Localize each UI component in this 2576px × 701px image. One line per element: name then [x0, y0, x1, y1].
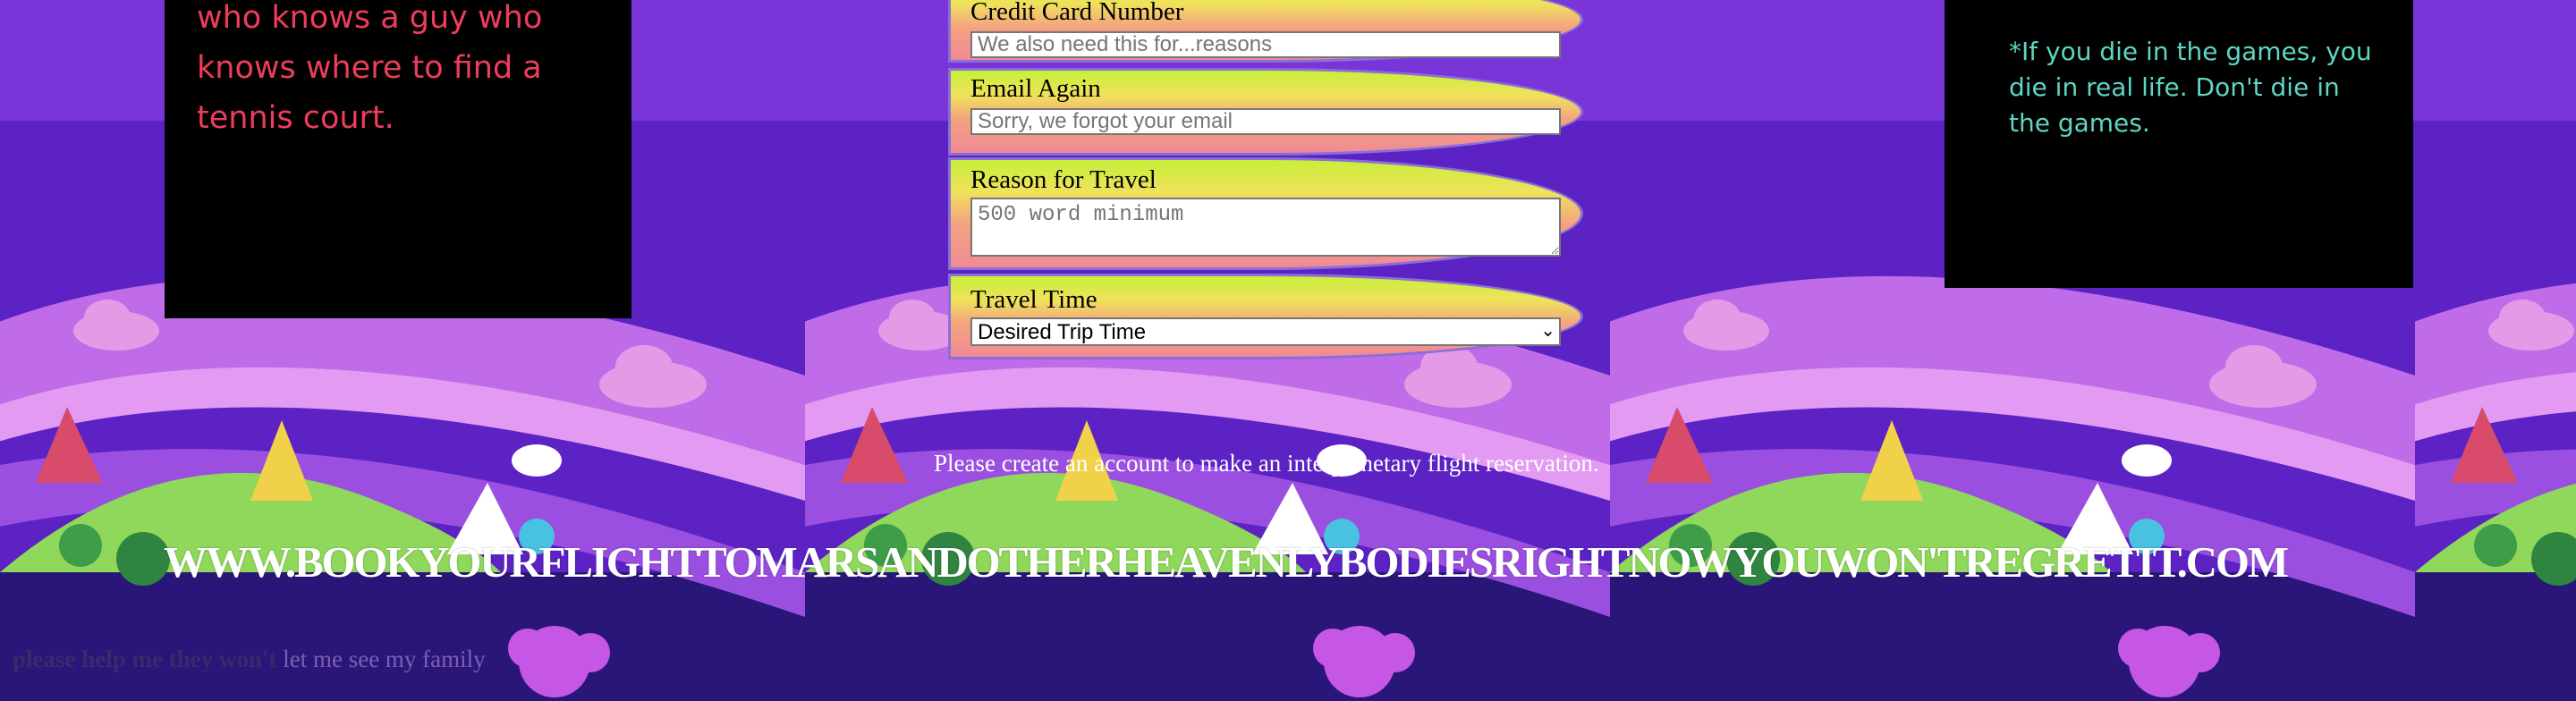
- footer-bold: please help me they won't: [13, 646, 277, 672]
- reason-label: Reason for Travel: [970, 165, 1157, 194]
- domain-banner: WWW.BOOKYOURFLIGHTTOMARSANDOTHERHEAVENLY…: [164, 537, 2289, 587]
- footer-faint: let me see my family: [283, 646, 486, 672]
- credit-card-label: Credit Card Number: [970, 0, 1184, 26]
- info-card-left: who knows a guy who knows where to find …: [165, 0, 631, 318]
- field-travel-time: Travel Time Desired Trip Time ⌄: [948, 274, 1583, 359]
- credit-card-input[interactable]: [970, 31, 1561, 58]
- card-disclaimer: *If you die in the games, you die in rea…: [2009, 37, 2372, 138]
- info-card-right: *If you die in the games, you die in rea…: [1945, 0, 2413, 288]
- field-reason-for-travel: Reason for Travel: [948, 157, 1583, 270]
- account-prompt: Please create an account to make an inte…: [934, 450, 1599, 477]
- email-again-label: Email Again: [970, 74, 1101, 103]
- travel-time-select[interactable]: Desired Trip Time: [970, 317, 1561, 346]
- card-quote: who knows a guy who knows where to find …: [197, 0, 543, 136]
- travel-time-label: Travel Time: [970, 285, 1097, 314]
- email-again-input[interactable]: [970, 108, 1561, 135]
- field-email-again: Email Again: [948, 68, 1583, 156]
- field-credit-card: Credit Card Number: [948, 0, 1583, 63]
- reason-textarea[interactable]: [970, 198, 1561, 257]
- background-tile: [2415, 0, 2576, 701]
- footer-text: please help me they won't let me see my …: [13, 646, 486, 673]
